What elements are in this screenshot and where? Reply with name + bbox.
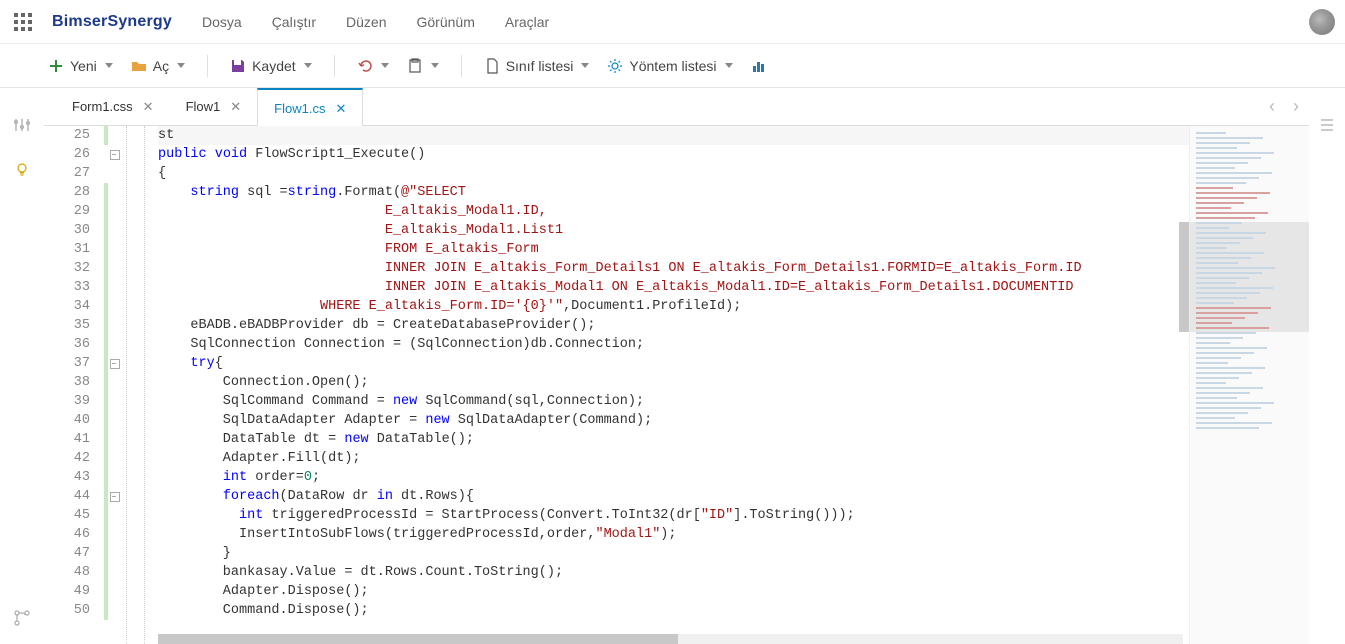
- horizontal-scrollbar[interactable]: [158, 634, 1183, 644]
- undo-icon: [357, 58, 373, 74]
- branch-icon[interactable]: [13, 609, 31, 630]
- menu-view[interactable]: Görünüm: [417, 14, 475, 30]
- document-icon: [484, 58, 500, 74]
- tab-nav: ‹ ›: [1269, 87, 1309, 125]
- tab-prev-button[interactable]: ‹: [1269, 97, 1275, 115]
- main-panel: Form1.css ✕ Flow1 ✕ Flow1.cs ✕ ‹ › 2526272829…: [44, 88, 1309, 644]
- class-list-button[interactable]: Sınıf listesi: [480, 54, 594, 78]
- right-rail: [1309, 88, 1345, 644]
- vertical-scrollbar[interactable]: [1179, 126, 1189, 634]
- menu-run[interactable]: Çalıştır: [272, 14, 316, 30]
- chevron-down-icon: [177, 63, 185, 68]
- clipboard-button[interactable]: [403, 54, 443, 78]
- menu-tools[interactable]: Araçlar: [505, 14, 549, 30]
- app-launcher-icon[interactable]: [14, 13, 32, 31]
- clipboard-icon: [407, 58, 423, 74]
- toolbar: Yeni Aç Kaydet Sınıf listesi Yöntem list…: [0, 44, 1345, 88]
- code-lines[interactable]: stpublic void FlowScript1_Execute(){ str…: [158, 126, 1189, 644]
- avatar[interactable]: [1309, 9, 1335, 35]
- separator: [207, 55, 208, 77]
- brand-label: BimserSynergy: [52, 13, 172, 31]
- new-button[interactable]: Yeni: [44, 54, 117, 78]
- chevron-down-icon: [381, 63, 389, 68]
- save-button[interactable]: Kaydet: [226, 54, 316, 78]
- separator: [334, 55, 335, 77]
- chevron-down-icon: [725, 63, 733, 68]
- gear-icon: [607, 58, 623, 74]
- save-label: Kaydet: [252, 58, 296, 74]
- separator: [461, 55, 462, 77]
- chevron-down-icon: [431, 63, 439, 68]
- method-list-button[interactable]: Yöntem listesi: [603, 54, 736, 78]
- code-pane[interactable]: 2526272829303132333435363738394041424344…: [44, 126, 1189, 644]
- plus-icon: [48, 58, 64, 74]
- toolbar-extra-button[interactable]: [747, 54, 771, 78]
- save-icon: [230, 58, 246, 74]
- method-list-label: Yöntem listesi: [629, 58, 716, 74]
- editor-tabstrip: Form1.css ✕ Flow1 ✕ Flow1.cs ✕ ‹ ›: [44, 88, 1309, 126]
- class-list-label: Sınıf listesi: [506, 58, 574, 74]
- fold-strip[interactable]: [108, 126, 122, 644]
- minimap[interactable]: [1189, 126, 1309, 644]
- sliders-icon[interactable]: [13, 116, 31, 137]
- menu-edit[interactable]: Düzen: [346, 14, 386, 30]
- horizontal-scroll-thumb[interactable]: [158, 634, 678, 644]
- indent-guide: [122, 126, 158, 644]
- lightbulb-icon[interactable]: [13, 161, 31, 182]
- line-number-gutter: 2526272829303132333435363738394041424344…: [44, 126, 104, 644]
- list-icon[interactable]: [1318, 116, 1336, 137]
- menubar: BimserSynergy Dosya Çalıştır Düzen Görün…: [0, 0, 1345, 44]
- chevron-down-icon: [105, 63, 113, 68]
- folder-icon: [131, 58, 147, 74]
- tab-label: Flow1: [186, 99, 221, 114]
- editor-area: 2526272829303132333435363738394041424344…: [44, 126, 1309, 644]
- tab-label: Form1.css: [72, 99, 133, 114]
- editor-tab-1[interactable]: Flow1 ✕: [170, 87, 258, 125]
- open-button[interactable]: Aç: [127, 54, 189, 78]
- menu-file[interactable]: Dosya: [202, 14, 242, 30]
- vertical-scroll-thumb[interactable]: [1179, 222, 1189, 332]
- left-rail: [0, 88, 44, 644]
- editor-tab-2[interactable]: Flow1.cs ✕: [257, 88, 363, 126]
- chevron-down-icon: [581, 63, 589, 68]
- main-menu: Dosya Çalıştır Düzen Görünüm Araçlar: [202, 14, 549, 30]
- workspace: Form1.css ✕ Flow1 ✕ Flow1.cs ✕ ‹ › 2526272829…: [0, 88, 1345, 644]
- new-label: Yeni: [70, 58, 97, 74]
- close-icon[interactable]: ✕: [143, 100, 154, 113]
- chevron-down-icon: [304, 63, 312, 68]
- tab-next-button[interactable]: ›: [1293, 97, 1299, 115]
- editor-tab-0[interactable]: Form1.css ✕: [56, 87, 170, 125]
- close-icon[interactable]: ✕: [335, 102, 346, 115]
- tab-label: Flow1.cs: [274, 101, 325, 116]
- undo-button[interactable]: [353, 54, 393, 78]
- close-icon[interactable]: ✕: [230, 100, 241, 113]
- open-label: Aç: [153, 58, 169, 74]
- bar-chart-icon: [751, 58, 767, 74]
